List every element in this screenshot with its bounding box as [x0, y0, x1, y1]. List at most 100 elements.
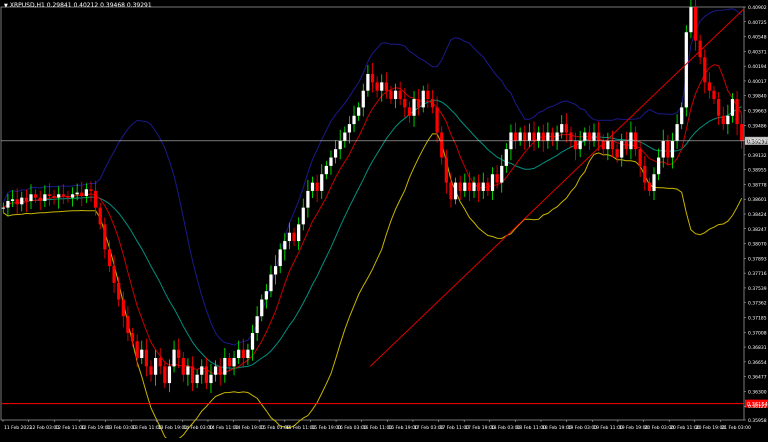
x-tick-label: 21 Feb 03:00: [721, 425, 751, 431]
symbol-header: ▼ XRPUSD,H1 0.29841 0.40212 0.39468 0.392…: [4, 2, 152, 9]
bull-candle: [555, 132, 559, 141]
y-tick-label: 0.39663: [748, 109, 767, 115]
bull-candle: [287, 232, 292, 242]
bear-candle: [477, 182, 481, 191]
x-tick-label: 11 Feb 2022: [4, 425, 32, 431]
bear-candle: [126, 316, 130, 333]
bear-candle: [550, 132, 555, 141]
bull-candle: [527, 132, 532, 141]
bear-candle: [149, 366, 153, 375]
bull-candle: [6, 200, 10, 208]
bear-candle: [24, 197, 28, 201]
y-tick-label: 0.38247: [748, 227, 767, 233]
bull-candle: [578, 140, 582, 150]
bull-candle: [260, 299, 264, 317]
bull-candle: [500, 165, 504, 183]
bear-candle: [407, 107, 412, 116]
bear-candle: [610, 140, 615, 150]
bear-candle: [513, 132, 518, 141]
bull-candle: [195, 374, 199, 384]
bear-candle: [624, 140, 628, 150]
bull-candle: [246, 349, 250, 359]
bull-candle: [352, 115, 356, 125]
bear-candle: [103, 224, 107, 250]
bull-candle: [453, 182, 458, 200]
y-tick-label: 0.39309: [748, 138, 767, 144]
bull-candle: [583, 132, 587, 141]
bull-candle: [84, 189, 88, 196]
bear-candle: [218, 366, 222, 375]
bear-candle: [449, 182, 453, 200]
ma-fast-line: [3, 64, 743, 375]
bear-candle: [693, 7, 698, 41]
y-tick-label: 0.35958: [748, 418, 767, 424]
bull-candle: [237, 349, 241, 359]
y-tick-label: 0.38424: [748, 212, 767, 218]
bull-candle: [680, 107, 684, 125]
bear-candle: [107, 249, 112, 267]
chart-window[interactable]: ▼ XRPUSD,H1 0.29841 0.40212 0.39468 0.392…: [0, 0, 768, 442]
bull-candle: [338, 140, 342, 150]
bull-candle: [186, 366, 190, 375]
bear-candle: [541, 132, 545, 141]
y-tick-label: 0.37539: [748, 286, 767, 292]
bull-candle: [463, 182, 467, 191]
bear-candle: [89, 189, 93, 191]
y-tick-label: 0.36300: [748, 389, 767, 395]
bear-candle: [638, 149, 642, 166]
bull-candle: [675, 124, 679, 141]
bull-candle: [421, 90, 425, 108]
bear-candle: [721, 115, 725, 125]
bull-candle: [269, 274, 273, 292]
bear-candle: [643, 165, 647, 183]
bull-candle: [481, 182, 485, 191]
bear-candle: [467, 182, 472, 191]
bear-candle: [370, 73, 375, 83]
y-tick-label: 0.36123: [748, 404, 767, 410]
bull-candle: [57, 194, 61, 198]
bear-candle: [98, 207, 102, 225]
y-tick-label: 0.38070: [748, 242, 767, 248]
bull-candle: [606, 140, 610, 150]
bull-candle: [592, 132, 596, 141]
bear-candle: [15, 199, 19, 205]
bull-candle: [620, 140, 624, 158]
bull-candle: [167, 366, 172, 384]
bear-candle: [117, 282, 121, 300]
y-tick-label: 0.39486: [748, 123, 767, 129]
bull-candle: [560, 124, 564, 133]
bull-candle: [273, 266, 278, 275]
y-tick-label: 0.39132: [748, 153, 767, 159]
bull-candle: [324, 165, 328, 175]
bull-candle: [20, 197, 24, 205]
bear-candle: [569, 132, 573, 141]
bear-candle: [61, 194, 65, 196]
bull-candle: [10, 199, 15, 201]
y-tick-label: 0.36477: [748, 375, 767, 381]
bull-candle: [366, 73, 370, 91]
bear-candle: [389, 90, 393, 100]
y-tick-label: 0.36654: [748, 360, 767, 366]
bear-candle: [241, 349, 245, 359]
bear-candle: [426, 90, 430, 100]
y-tick-label: 0.36831: [748, 345, 767, 351]
price-chart[interactable]: 0.361540.392910.409020.407250.405480.403…: [0, 0, 768, 442]
bear-candle: [740, 124, 744, 141]
bear-candle: [486, 182, 490, 191]
bull-candle: [684, 32, 688, 108]
bear-candle: [597, 132, 601, 141]
collapse-arrow-icon[interactable]: ▼: [4, 3, 8, 9]
bull-candle: [320, 174, 324, 191]
y-tick-label: 0.38955: [748, 168, 767, 174]
bear-candle: [144, 349, 148, 367]
bull-candle: [43, 194, 47, 201]
bull-candle: [472, 182, 476, 191]
y-tick-label: 0.40194: [748, 64, 767, 70]
bull-candle: [343, 132, 347, 141]
bear-candle: [440, 132, 444, 158]
bear-candle: [703, 57, 707, 83]
bull-candle: [70, 194, 75, 198]
bear-candle: [190, 366, 195, 384]
y-tick-label: 0.40725: [748, 20, 767, 26]
y-tick-label: 0.40548: [748, 35, 767, 41]
